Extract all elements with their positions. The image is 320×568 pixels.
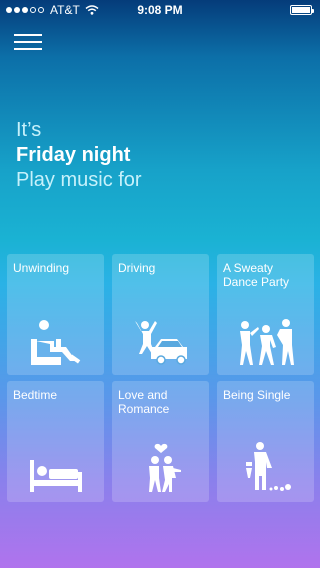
dance-party-icon: [217, 311, 314, 367]
menu-bar-bottom: [14, 48, 42, 50]
single-icon: [217, 438, 314, 494]
menu-bar-middle: [14, 41, 42, 43]
tile-unwinding[interactable]: Unwinding: [7, 254, 104, 375]
tile-label: Bedtime: [13, 388, 58, 402]
battery-icon: [290, 5, 314, 15]
headline-time-of-day: Friday night: [16, 144, 131, 166]
menu-button[interactable]: [14, 34, 42, 52]
status-time: 9:08 PM: [137, 3, 183, 17]
tile-label: Being Single: [223, 388, 291, 402]
bedtime-icon: [7, 438, 104, 494]
tile-label: A Sweaty Dance Party: [223, 261, 290, 289]
tile-dance-party[interactable]: A Sweaty Dance Party: [217, 254, 314, 375]
tile-label: Love and Romance: [118, 388, 170, 416]
menu-bar-top: [14, 34, 42, 36]
headline-prompt: Play music for: [16, 169, 142, 191]
tile-driving[interactable]: Driving: [112, 254, 209, 375]
tile-being-single[interactable]: Being Single: [217, 381, 314, 502]
headline: It’s Friday night Play music for: [16, 118, 142, 192]
tile-label: Driving: [118, 261, 156, 275]
headline-intro: It’s: [16, 119, 42, 141]
driving-icon: [112, 311, 209, 367]
status-bar: AT&T 9:08 PM: [0, 0, 320, 20]
romance-icon: [112, 438, 209, 494]
unwinding-icon: [7, 311, 104, 367]
tile-love-and-romance[interactable]: Love and Romance: [112, 381, 209, 502]
tile-label: Unwinding: [13, 261, 70, 275]
tile-bedtime[interactable]: Bedtime: [7, 381, 104, 502]
